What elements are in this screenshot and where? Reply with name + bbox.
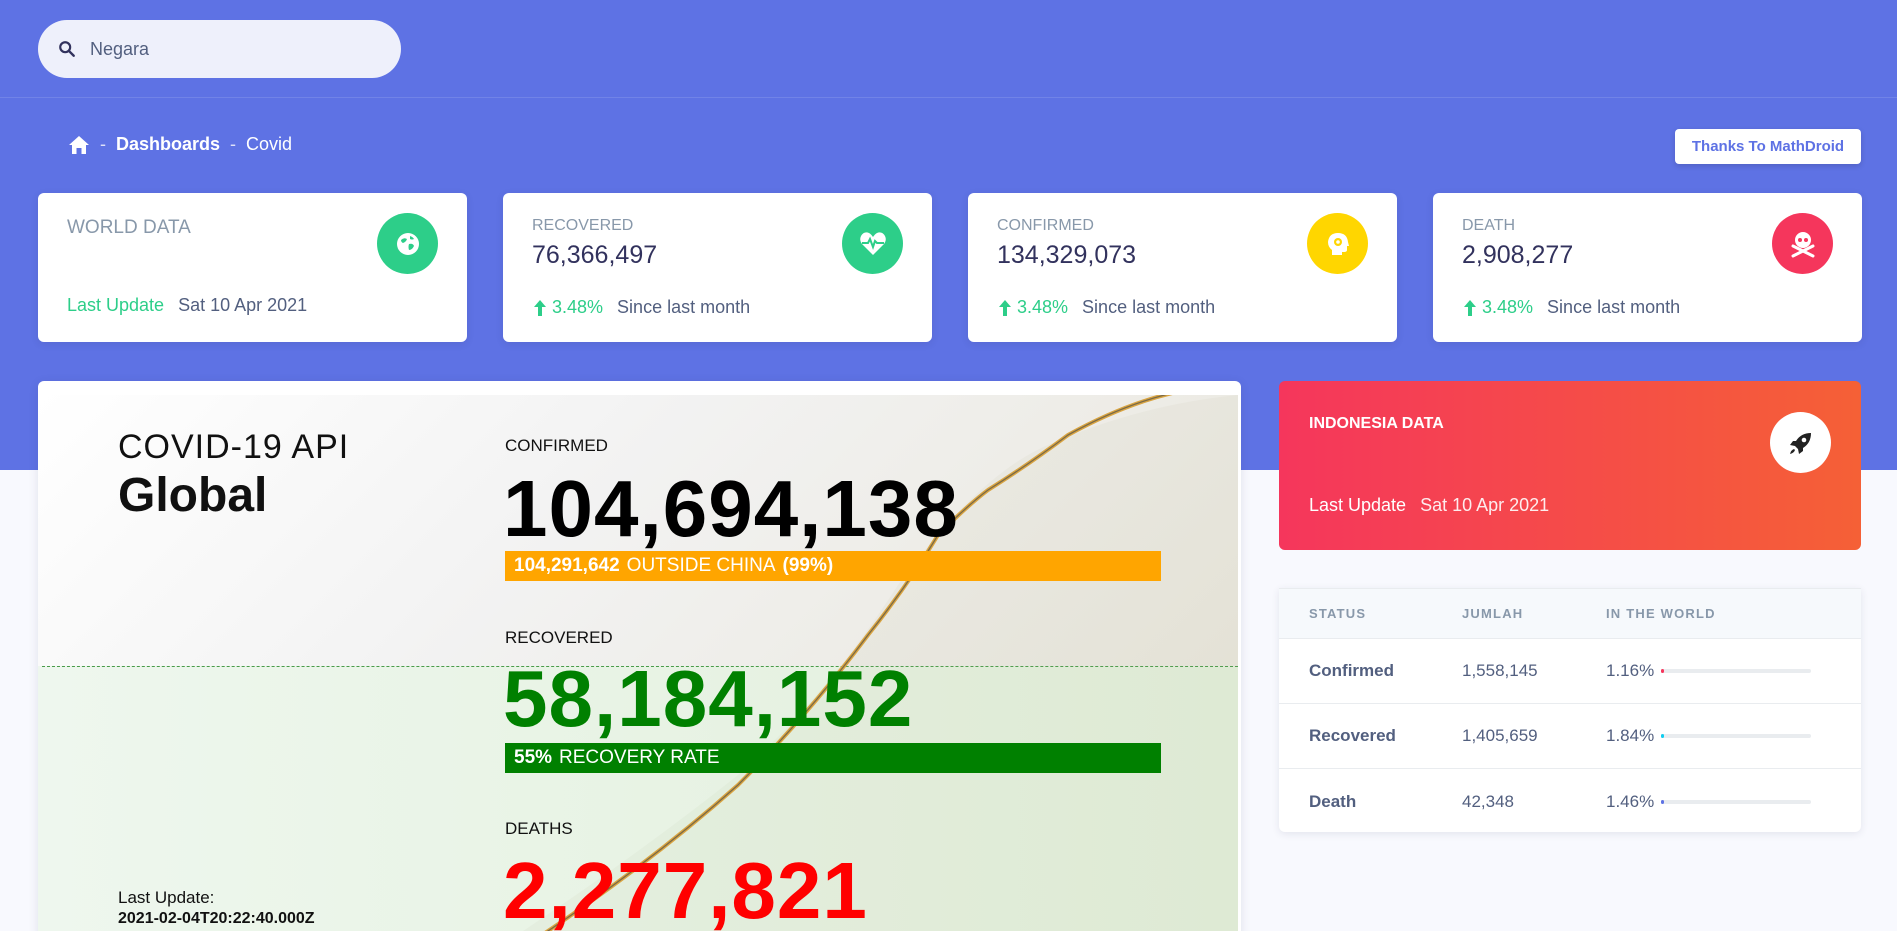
image-last-update-value: 2021-02-04T20:22:40.000Z [118,910,315,927]
card-footer: 3.48% Since last month [997,297,1215,318]
arrow-up-icon [1464,299,1476,316]
progress-bar [1661,734,1811,738]
since-label: Since last month [617,297,751,317]
search-input[interactable] [90,38,370,60]
outside-china-text: OUTSIDE CHINA [626,555,776,576]
recovery-rate-percent: 55% [514,747,553,768]
recovered-label: RECOVERED [505,628,613,647]
table-row: Recovered 1,405,659 1.84% [1279,704,1861,769]
progress-fill [1661,669,1664,673]
row-status: Death [1309,791,1357,811]
skull-crossbones-icon [1772,213,1833,274]
breadcrumb-separator: - [230,134,237,154]
progress-bar [1661,799,1811,804]
breadcrumb-covid: Covid [246,134,293,154]
indonesia-data-card: INDONESIA DATA Last Update Sat 10 Apr 202… [1279,381,1861,550]
rocket-icon [1770,412,1831,473]
recovered-card: RECOVERED 76,366,497 3.48% Since last mo… [503,193,932,342]
indonesia-status-table: STATUS JUMLAH IN THE WORLD Confirmed 1,5… [1279,588,1861,832]
header-status: STATUS [1309,606,1367,621]
search-icon [59,41,75,57]
progress-bar [1661,669,1811,673]
breadcrumb: - Dashboards - Covid [68,134,292,155]
row-count: 42,348 [1462,791,1514,811]
indonesia-title: INDONESIA DATA [1309,415,1444,432]
table-row: Confirmed 1,558,145 1.16% [1279,639,1861,704]
outside-china-value: 104,291,642 [514,555,620,576]
change-percent: 3.48% [552,297,604,317]
last-update-label: Last Update [67,295,165,315]
outside-china-percent: (99%) [782,555,834,576]
confirmed-value: 104,694,138 [503,464,959,553]
change-percent: 3.48% [1017,297,1069,317]
outside-china-bar: 104,291,642 OUTSIDE CHINA (99%) [505,551,1161,581]
deaths-value: 2,277,821 [503,846,868,931]
table-header: STATUS JUMLAH IN THE WORLD [1279,588,1861,639]
row-status: Recovered [1309,726,1396,745]
row-percent: 1.84% [1606,726,1655,745]
since-label: Since last month [1082,297,1216,317]
confirmed-card: CONFIRMED 134,329,073 3.48% Since last m… [968,193,1397,342]
deaths-label: DEATHS [505,819,573,838]
last-update-date: Sat 10 Apr 2021 [1420,495,1550,515]
row-count: 1,558,145 [1462,661,1538,680]
covid-global-image: COVID-19 API Global CONFIRMED 104,694,13… [38,381,1241,931]
row-percent: 1.46% [1606,791,1655,811]
progress-fill [1661,734,1664,738]
death-card: DEATH 2,908,277 3.48% Since last month [1433,193,1862,342]
row-count: 1,405,659 [1462,726,1538,745]
breadcrumb-separator: - [100,134,106,154]
api-title: COVID-19 API [118,428,350,466]
scope-title: Global [118,469,268,522]
arrow-up-icon [999,299,1011,316]
row-status: Confirmed [1309,661,1394,680]
search-bar[interactable] [38,20,401,78]
top-navbar [0,0,1897,98]
progress-fill [1661,799,1664,804]
globe-icon [377,213,438,274]
since-label: Since last month [1547,297,1681,317]
card-footer: Last Update Sat 10 Apr 2021 [67,295,307,316]
header-in-the-world: IN THE WORLD [1606,606,1716,621]
row-percent: 1.16% [1606,661,1655,680]
thanks-button[interactable]: Thanks To MathDroid [1675,129,1861,164]
indonesia-last-update: Last Update Sat 10 Apr 2021 [1309,495,1549,516]
header-jumlah: JUMLAH [1462,606,1524,621]
virus-head-icon [1307,213,1368,274]
home-icon[interactable] [68,135,90,155]
breadcrumb-dashboards[interactable]: Dashboards [116,134,220,155]
last-update-label: Last Update [1309,495,1407,515]
table-row: Death 42,348 1.46% [1279,769,1861,834]
covid-image-canvas: COVID-19 API Global CONFIRMED 104,694,13… [38,395,1238,931]
last-update-date: Sat 10 Apr 2021 [178,295,308,315]
card-footer: 3.48% Since last month [1462,297,1680,318]
heartbeat-icon [842,213,903,274]
world-data-card: WORLD DATA Last Update Sat 10 Apr 2021 [38,193,467,342]
change-percent: 3.48% [1482,297,1534,317]
card-footer: 3.48% Since last month [532,297,750,318]
arrow-up-icon [534,299,546,316]
confirmed-label: CONFIRMED [505,436,608,455]
image-last-update-label: Last Update: [118,888,215,907]
recovered-value: 58,184,152 [503,654,914,743]
recovery-rate-bar: 55% RECOVERY RATE [505,743,1161,773]
recovery-rate-text: RECOVERY RATE [559,747,720,768]
